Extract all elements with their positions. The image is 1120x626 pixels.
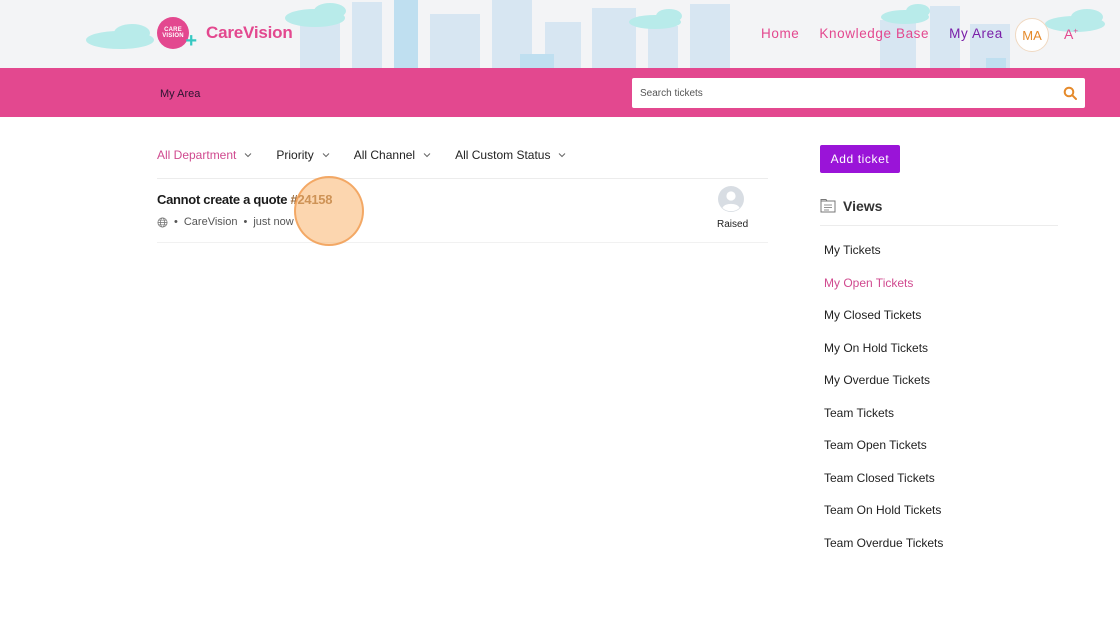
- ticket-title[interactable]: Cannot create a quote #24158: [157, 192, 332, 207]
- plus-icon: +: [185, 30, 197, 52]
- font-size-toggle[interactable]: A+: [1064, 26, 1078, 42]
- globe-icon: [157, 217, 168, 227]
- avatar-initials: MA: [1022, 27, 1042, 43]
- sub-header-bar: My Area: [0, 68, 1120, 117]
- carevision-logo[interactable]: CARE VISION + CareVision: [157, 17, 293, 51]
- chevron-down-icon: [423, 153, 431, 158]
- chevron-down-icon: [245, 153, 252, 158]
- views-title: Views: [843, 198, 883, 214]
- filter-priority-label: Priority: [276, 148, 314, 162]
- view-my-on-hold-tickets[interactable]: My On Hold Tickets: [824, 338, 943, 371]
- view-team-overdue-tickets[interactable]: Team Overdue Tickets: [824, 533, 943, 566]
- filter-department-label: All Department: [157, 148, 237, 162]
- search-box: [632, 78, 1085, 108]
- user-avatar-icon: [718, 186, 744, 212]
- ticket-status: Raised: [717, 219, 749, 230]
- view-team-on-hold-tickets[interactable]: Team On Hold Tickets: [824, 500, 943, 533]
- logo-name: CareVision: [206, 23, 293, 42]
- search-icon[interactable]: [1063, 86, 1077, 100]
- view-my-overdue-tickets[interactable]: My Overdue Tickets: [824, 370, 943, 403]
- filter-custom-status[interactable]: All Custom Status: [455, 148, 566, 162]
- ticket-id: #24158: [290, 192, 333, 207]
- logo-badge-text: CARE VISION: [162, 27, 184, 39]
- nav-home[interactable]: Home: [761, 26, 799, 41]
- site-header: CARE VISION + CareVision Home Knowledge …: [0, 0, 1120, 68]
- ticket-time: just now: [253, 216, 294, 228]
- filter-channel[interactable]: All Channel: [354, 148, 431, 162]
- view-team-open-tickets[interactable]: Team Open Tickets: [824, 435, 943, 468]
- breadcrumb[interactable]: My Area: [160, 88, 200, 100]
- view-my-open-tickets[interactable]: My Open Tickets: [824, 273, 943, 306]
- filter-custom-status-label: All Custom Status: [455, 148, 551, 162]
- ticket-filters: All Department Priority All Channel All …: [157, 148, 590, 162]
- top-nav: Home Knowledge Base My Area: [761, 26, 1023, 41]
- view-my-closed-tickets[interactable]: My Closed Tickets: [824, 305, 943, 338]
- view-team-tickets[interactable]: Team Tickets: [824, 403, 943, 436]
- filter-priority[interactable]: Priority: [276, 148, 330, 162]
- views-list: My Tickets My Open Tickets My Closed Tic…: [824, 240, 943, 565]
- meta-separator: •: [174, 216, 178, 228]
- ticket-meta: • CareVision • just now: [157, 216, 294, 228]
- filter-department[interactable]: All Department: [157, 148, 252, 162]
- ticket-row[interactable]: Cannot create a quote #24158 • CareVisio…: [157, 186, 768, 243]
- views-divider: [820, 225, 1058, 226]
- nav-knowledge-base[interactable]: Knowledge Base: [819, 26, 929, 41]
- add-ticket-button[interactable]: Add ticket: [820, 145, 900, 173]
- ticket-org: CareVision: [183, 216, 238, 228]
- chevron-down-icon: [559, 153, 566, 158]
- views-header: Views: [820, 198, 882, 214]
- view-team-closed-tickets[interactable]: Team Closed Tickets: [824, 468, 943, 501]
- meta-separator: •: [243, 216, 248, 228]
- filter-channel-label: All Channel: [353, 148, 416, 162]
- chevron-down-icon: [322, 153, 330, 158]
- font-size-label: A: [1064, 26, 1074, 42]
- filter-divider: [157, 178, 768, 179]
- views-folder-icon: [820, 199, 836, 213]
- search-input[interactable]: [640, 87, 1050, 99]
- user-avatar[interactable]: MA: [1015, 18, 1049, 52]
- view-my-tickets[interactable]: My Tickets: [824, 240, 943, 273]
- logo-badge: CARE VISION +: [157, 17, 197, 51]
- nav-my-area[interactable]: My Area: [949, 26, 1003, 41]
- font-size-plus-icon: +: [1073, 26, 1079, 36]
- ticket-subject: Cannot create a quote: [157, 192, 288, 207]
